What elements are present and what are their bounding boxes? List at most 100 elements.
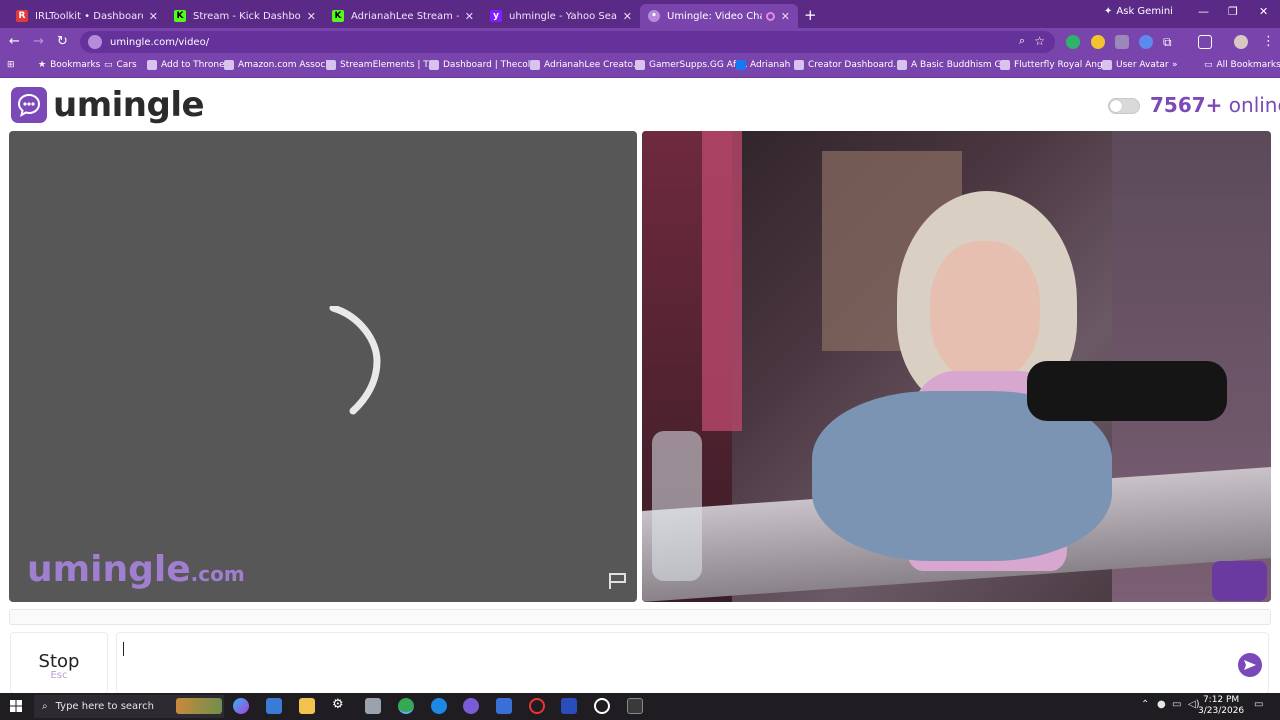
bookmark-item[interactable]: A Basic Buddhism G...	[897, 60, 1010, 70]
browser-tab[interactable]: R IRLToolkit • Dashboard ✕	[8, 4, 166, 28]
throne-icon	[147, 60, 157, 70]
buddhism-icon	[897, 60, 907, 70]
chat-input[interactable]	[116, 632, 1269, 694]
zoom-icon[interactable]: ⌕	[1019, 34, 1025, 48]
grammarly-icon[interactable]	[1066, 35, 1080, 49]
bookmark-item[interactable]: StreamElements | T...	[326, 60, 436, 70]
browser-tab-active[interactable]: • Umingle: Video Chat with S ✕	[640, 4, 798, 28]
forward-icon[interactable]: →	[33, 34, 44, 49]
logo-wordmark: umingle	[53, 85, 205, 125]
app-icon[interactable]	[496, 698, 512, 714]
restore-icon[interactable]: ❐	[1228, 5, 1238, 18]
gemini-icon: ✦	[1104, 6, 1113, 17]
browser-tab[interactable]: y uhmingle - Yahoo Search Result ✕	[482, 4, 640, 28]
menu-kebab-icon[interactable]: ⋮	[1262, 34, 1275, 49]
back-icon[interactable]: ←	[9, 34, 20, 49]
ask-gemini-button[interactable]: ✦ Ask Gemini	[1104, 6, 1173, 17]
folder-icon: ▭	[104, 60, 113, 70]
close-icon[interactable]: ✕	[307, 10, 316, 23]
kick-icon: K	[174, 10, 186, 22]
recording-icon	[765, 11, 775, 21]
new-tab-button[interactable]: +	[804, 6, 817, 24]
report-flag-icon[interactable]	[608, 572, 628, 590]
globe-icon	[429, 60, 439, 70]
browser-tab[interactable]: K AdrianahLee Stream - Watch Li ✕	[324, 4, 482, 28]
bookmark-item[interactable]: Add to Throne	[147, 60, 225, 70]
notification-icon[interactable]: ▭	[1254, 699, 1263, 710]
app-icon[interactable]	[561, 698, 577, 714]
bookmark-label: AdrianahLee Creato...	[544, 60, 642, 70]
edge-icon[interactable]	[431, 698, 447, 714]
extension-t-icon[interactable]	[1115, 35, 1129, 49]
microphone-shape	[1027, 361, 1227, 421]
side-panel-icon[interactable]	[1198, 35, 1212, 49]
obs-icon[interactable]	[594, 698, 610, 714]
microphone-icon[interactable]: ●	[1157, 699, 1166, 710]
extensions-puzzle-icon[interactable]: ⧉	[1163, 35, 1177, 49]
avatar[interactable]	[1234, 35, 1248, 49]
tab-title: AdrianahLee Stream - Watch Li	[351, 10, 459, 22]
bookmark-item[interactable]: GamerSupps.GG Aff...	[635, 60, 748, 70]
minimize-icon[interactable]: —	[1198, 5, 1209, 18]
bookmark-item[interactable]: Dashboard | Thecol...	[429, 60, 539, 70]
umingle-logo[interactable]: umingle	[11, 85, 205, 125]
facebook-icon	[736, 60, 746, 70]
copilot-icon[interactable]	[233, 698, 249, 714]
app-icon[interactable]	[365, 698, 381, 714]
honey-icon[interactable]	[1091, 35, 1105, 49]
bookmark-label: Creator Dashboard...	[808, 60, 902, 70]
chrome-icon[interactable]	[398, 698, 414, 714]
tray-chevron-icon[interactable]: ⌃	[1141, 699, 1149, 710]
reload-icon[interactable]: ↻	[57, 34, 68, 49]
windows-start-icon[interactable]	[10, 700, 22, 712]
discord-icon[interactable]	[463, 698, 479, 714]
close-icon[interactable]: ✕	[465, 10, 474, 23]
address-bar[interactable]: umingle.com/video/ ⌕ ☆	[80, 31, 1055, 53]
send-icon	[1244, 660, 1256, 670]
theme-toggle[interactable]	[1108, 98, 1140, 114]
bookmarks-bar: ⊞ ★ Bookmarks ▭ Cars Add to Throne Amazon.…	[0, 56, 1280, 78]
tab-title: Stream - Kick Dashboard	[193, 10, 301, 22]
bookmark-item[interactable]: Creator Dashboard...	[794, 60, 902, 70]
online-label: online	[1228, 93, 1280, 117]
bookmark-label: All Bookmarks	[1216, 60, 1280, 70]
browser-toolbar: ← → ↻ umingle.com/video/ ⌕ ☆ ⧉ ⋮	[0, 28, 1280, 56]
extension-blue-icon[interactable]	[1139, 35, 1153, 49]
xbox-icon[interactable]	[627, 698, 643, 714]
tab-title: Umingle: Video Chat with S	[667, 10, 762, 22]
file-explorer-icon[interactable]	[299, 698, 315, 714]
browser-tab[interactable]: K Stream - Kick Dashboard ✕	[166, 4, 324, 28]
bookmark-item[interactable]: Amazon.com Associ...	[224, 60, 336, 70]
bookmark-label: StreamElements | T...	[340, 60, 437, 70]
bookmark-item[interactable]: User Avatar	[1102, 60, 1169, 70]
url-text: umingle.com/video/	[110, 36, 210, 48]
kick-icon: K	[332, 10, 344, 22]
taskbar-clock[interactable]: 7:12 PM 3/23/2026	[1198, 695, 1244, 717]
yahoo-icon: y	[490, 10, 502, 22]
window-close-icon[interactable]: ✕	[1259, 5, 1268, 18]
water-bottle-shape	[652, 431, 702, 581]
search-highlight-icon[interactable]	[176, 698, 222, 714]
all-bookmarks-button[interactable]: ▭ All Bookmarks	[1204, 60, 1280, 70]
site-info-icon[interactable]	[88, 35, 102, 49]
bookmark-item[interactable]: AdrianahLee Creato...	[530, 60, 641, 70]
settings-gear-icon[interactable]: ⚙	[332, 697, 348, 713]
close-icon[interactable]: ✕	[781, 10, 790, 23]
bookmark-label: Flutterfly Royal Ang...	[1014, 60, 1112, 70]
close-icon[interactable]: ✕	[149, 10, 158, 23]
bookmark-item[interactable]: Flutterfly Royal Ang...	[1000, 60, 1111, 70]
stop-button[interactable]: Stop Esc	[10, 632, 108, 694]
opera-icon[interactable]	[529, 698, 545, 714]
network-icon[interactable]: ▭	[1172, 699, 1181, 710]
bookmark-item[interactable]: ▭ Cars	[104, 60, 137, 70]
bookmark-item[interactable]: Adrianah	[736, 60, 790, 70]
more-bookmarks-button[interactable]: »	[1172, 60, 1178, 70]
chat-bubble-icon	[11, 87, 47, 123]
send-button[interactable]	[1238, 653, 1262, 677]
apps-grid-icon[interactable]: ⊞	[7, 60, 15, 70]
close-icon[interactable]: ✕	[623, 10, 632, 23]
taskview-icon[interactable]	[266, 698, 282, 714]
bookmark-item[interactable]: ★ Bookmarks	[38, 60, 100, 70]
bookmark-star-icon[interactable]: ☆	[1034, 34, 1045, 48]
umingle-page: umingle 7567+ online umingle.com Stop	[0, 79, 1280, 694]
